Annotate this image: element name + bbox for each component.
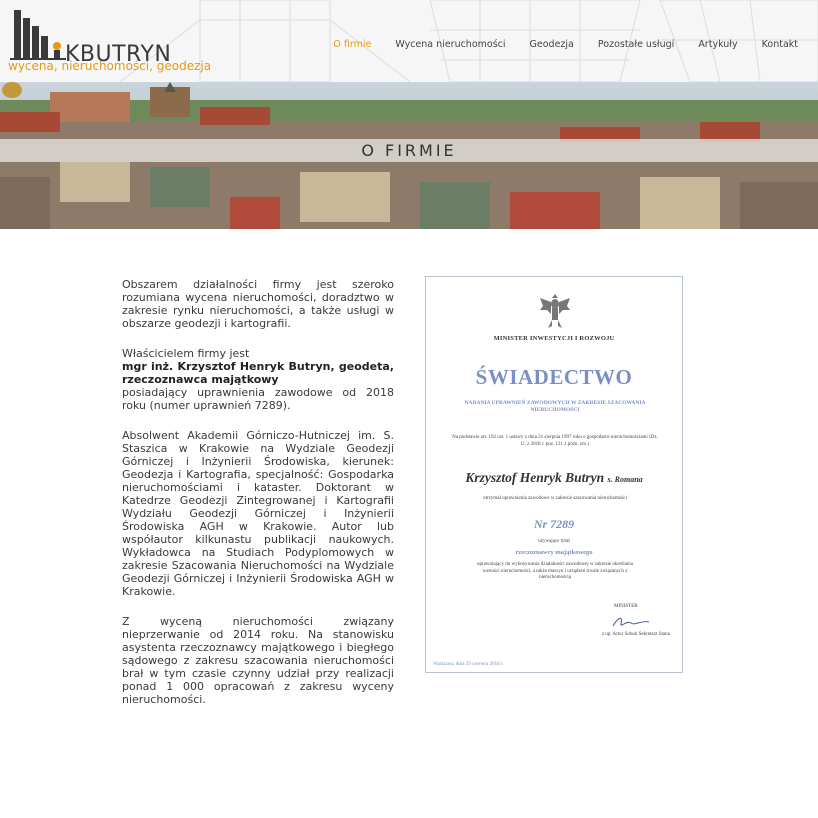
certificate-title: ŚWIADECTWO [475, 365, 633, 389]
building-logo-icon [10, 10, 66, 60]
nav-o-firmie[interactable]: O firmie [333, 39, 371, 50]
certificate-number: Nr 7289 [533, 517, 575, 531]
about-paragraph-owner: Właścicielem firmy jest mgr inż. Krzyszt… [122, 347, 394, 412]
certificate-minister-label: MINISTER [614, 604, 638, 609]
page-title: O FIRMIE [361, 141, 457, 160]
certificate-using-title: używające tytuł [538, 539, 570, 544]
nav-pozostale-uslugi[interactable]: Pozostałe usługi [598, 39, 674, 50]
certificate-scope: uprawniający do wykonywania działalności… [477, 562, 633, 580]
about-paragraph-education: Absolwent Akademii Górniczo-Hutniczej im… [122, 429, 394, 598]
nav-artykuly[interactable]: Artykuły [698, 39, 737, 50]
hero-banner: O FIRMIE [0, 82, 818, 229]
owner-license: posiadający uprawnienia zawodowe od 2018… [122, 386, 394, 412]
owner-name: mgr inż. Krzysztof Henryk Butryn, geodet… [122, 360, 394, 386]
main-navigation: O firmie Wycena nieruchomości Geodezja P… [309, 39, 798, 50]
site-header: KBUTRYN wycena, nieruchomości, geodezja … [0, 0, 818, 82]
about-paragraph-activity: Obszarem działalności firmy jest szeroko… [122, 278, 394, 330]
about-paragraph-experience: Z wyceną nieruchomości związany nieprzer… [122, 615, 394, 706]
certificate-legal-basis: Na podstawie art. 192 ust. 1 ustawy z dn… [452, 435, 658, 447]
nav-wycena-nieruchomosci[interactable]: Wycena nieruchomości [395, 39, 505, 50]
certificate-image[interactable]: MINISTER INWESTYCJI I ROZWOJU ŚWIADECTWO… [425, 276, 683, 673]
nav-geodezja[interactable]: Geodezja [530, 39, 574, 50]
signature-image [612, 617, 650, 627]
certificate-ministry: MINISTER INWESTYCJI I ROZWOJU [493, 335, 615, 342]
certificate-holder-name: Krzysztof Henryk Butryn [465, 470, 605, 485]
certificate-subtitle: NADANIA UPRAWNIEŃ ZAWODOWYCH W ZAKRESIE … [464, 400, 646, 413]
brand-logo[interactable]: KBUTRYN wycena, nieruchomości, geodezja [8, 6, 212, 76]
about-text: Obszarem działalności firmy jest szeroko… [122, 278, 394, 723]
certificate-signer: z up. Artur Soboń Sekretarz Stanu [601, 632, 671, 637]
certificate-profession: rzeczoznawcy majątkowego [515, 549, 593, 556]
brand-tagline: wycena, nieruchomości, geodezja [8, 59, 212, 73]
certificate-holder: Krzysztof Henryk Butryn s. Romana [426, 470, 682, 486]
certificate-date: Warszawa, dnia 29 czerwca 2018 r. [433, 662, 504, 667]
nav-kontakt[interactable]: Kontakt [762, 39, 798, 50]
polish-eagle-emblem-icon [540, 294, 570, 328]
certificate-received: otrzymał uprawnienia zawodowe w zakresie… [483, 496, 627, 501]
owner-intro: Właścicielem firmy jest [122, 347, 250, 360]
certificate-holder-parent: s. Romana [607, 475, 643, 484]
